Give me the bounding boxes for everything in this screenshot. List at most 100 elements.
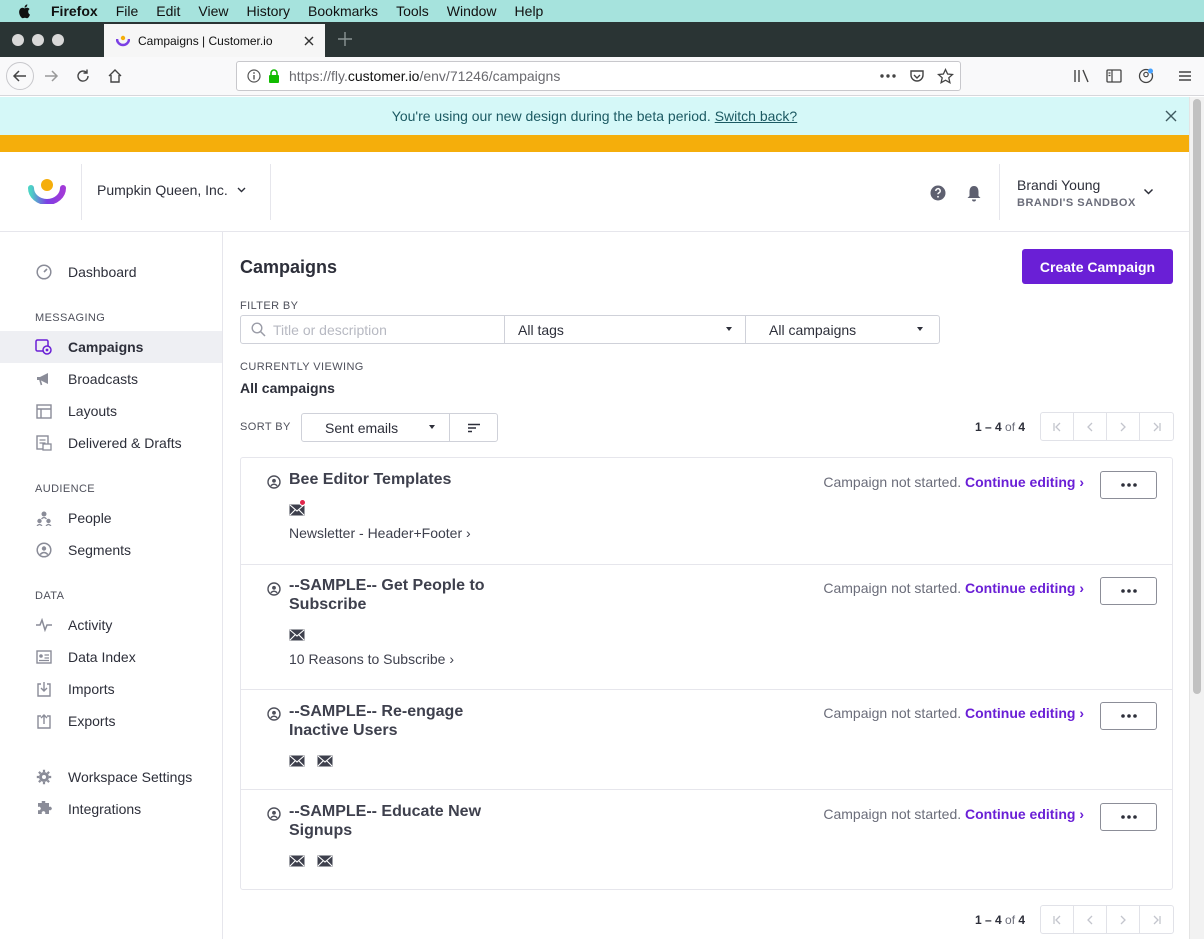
help-icon[interactable]: [930, 185, 946, 201]
sidebar-item-imports[interactable]: Imports: [0, 673, 222, 705]
sidebar-toggle-button[interactable]: [1102, 64, 1126, 88]
switch-back-link[interactable]: Switch back?: [715, 108, 797, 124]
menu-bookmarks[interactable]: Bookmarks: [308, 3, 378, 19]
sort-select[interactable]: Sent emails: [302, 414, 450, 441]
campaign-row[interactable]: --SAMPLE-- Re-engage Inactive Users Camp…: [241, 690, 1172, 790]
reload-button[interactable]: [71, 64, 95, 88]
prev-page-button[interactable]: [1074, 413, 1107, 440]
first-page-button[interactable]: [1041, 413, 1074, 440]
campaign-message-link[interactable]: Newsletter - Header+Footer ›: [289, 525, 471, 541]
sidebar-item-segments[interactable]: Segments: [0, 534, 222, 566]
page-scrollbar[interactable]: [1189, 97, 1204, 939]
user-menu-chevron-icon[interactable]: [1143, 188, 1154, 196]
continue-editing-link[interactable]: Continue editing ›: [965, 705, 1084, 721]
page-actions-icon[interactable]: [879, 73, 897, 79]
campaign-more-button[interactable]: [1100, 471, 1157, 499]
create-campaign-button[interactable]: Create Campaign: [1022, 249, 1173, 284]
campaigns-type-select[interactable]: All campaigns: [746, 316, 939, 343]
continue-editing-link[interactable]: Continue editing ›: [965, 474, 1084, 490]
menu-history[interactable]: History: [246, 3, 290, 19]
menu-view[interactable]: View: [198, 3, 228, 19]
url-bar[interactable]: https://fly. customer.io/env/71246/campai…: [236, 61, 961, 91]
tags-select[interactable]: All tags: [505, 316, 746, 343]
sidebar-item-workspace-settings[interactable]: Workspace Settings: [0, 761, 222, 793]
menu-firefox[interactable]: Firefox: [51, 3, 98, 19]
sidebar-item-exports[interactable]: Exports: [0, 705, 222, 737]
header-divider: [270, 164, 271, 220]
pagination-controls: [1040, 412, 1174, 441]
sidebar-item-people[interactable]: People: [0, 502, 222, 534]
window-minimize-button[interactable]: [32, 34, 44, 46]
campaign-name[interactable]: --SAMPLE-- Educate New Signups: [289, 802, 489, 840]
campaign-row[interactable]: --SAMPLE-- Educate New Signups Campaign …: [241, 790, 1172, 889]
workspace-switcher[interactable]: Pumpkin Queen, Inc.: [97, 182, 246, 198]
back-button[interactable]: [6, 62, 34, 90]
continue-editing-link[interactable]: Continue editing ›: [965, 806, 1084, 822]
email-icon[interactable]: [289, 629, 305, 641]
browser-menu-button[interactable]: [1173, 64, 1197, 88]
new-tab-icon[interactable]: [336, 30, 354, 48]
sidebar-item-dashboard[interactable]: Dashboard: [0, 256, 222, 288]
app-header: Pumpkin Queen, Inc. Brandi Young BRANDI'…: [0, 152, 1189, 232]
campaign-more-button[interactable]: [1100, 803, 1157, 831]
library-button[interactable]: [1070, 64, 1094, 88]
tab-strip: Campaigns | Customer.io: [0, 22, 1204, 57]
tab-close-icon[interactable]: [301, 33, 317, 49]
sidebar-item-data-index[interactable]: Data Index: [0, 641, 222, 673]
menu-edit[interactable]: Edit: [156, 3, 180, 19]
apple-icon[interactable]: [17, 3, 33, 19]
continue-editing-link[interactable]: Continue editing ›: [965, 580, 1084, 596]
banner-close-icon[interactable]: [1163, 108, 1179, 124]
next-page-button[interactable]: [1107, 413, 1140, 440]
bookmark-star-icon[interactable]: [937, 67, 954, 85]
menu-window[interactable]: Window: [447, 3, 497, 19]
sidebar-item-integrations[interactable]: Integrations: [0, 793, 222, 825]
sidebar-item-broadcasts[interactable]: Broadcasts: [0, 363, 222, 395]
segment-trigger-icon: [267, 475, 281, 489]
sidebar-item-activity[interactable]: Activity: [0, 609, 222, 641]
last-page-button[interactable]: [1140, 413, 1173, 440]
browser-tab[interactable]: Campaigns | Customer.io: [104, 24, 325, 57]
menu-help[interactable]: Help: [515, 3, 544, 19]
email-icon[interactable]: [289, 855, 305, 867]
sidebar-item-delivered-drafts[interactable]: Delivered & Drafts: [0, 427, 222, 459]
search-input[interactable]: [273, 321, 493, 338]
customerio-logo-icon[interactable]: [28, 178, 66, 204]
user-workspace[interactable]: BRANDI'S SANDBOX: [1017, 197, 1136, 209]
menu-tools[interactable]: Tools: [396, 3, 429, 19]
campaign-name[interactable]: --SAMPLE-- Get People to Subscribe: [289, 576, 489, 614]
campaign-message-link[interactable]: 10 Reasons to Subscribe ›: [289, 651, 454, 667]
sort-lines-icon: [467, 423, 480, 432]
menu-file[interactable]: File: [116, 3, 139, 19]
scrollbar-thumb[interactable]: [1193, 99, 1201, 694]
campaign-row[interactable]: Bee Editor Templates Campaign not starte…: [241, 458, 1172, 565]
puzzle-icon: [35, 801, 52, 817]
campaign-more-button[interactable]: [1100, 702, 1157, 730]
sidebar-item-layouts[interactable]: Layouts: [0, 395, 222, 427]
last-page-button[interactable]: [1140, 906, 1173, 933]
next-page-button[interactable]: [1107, 906, 1140, 933]
bell-icon[interactable]: [966, 185, 982, 202]
window-zoom-button[interactable]: [52, 34, 64, 46]
prev-page-button[interactable]: [1074, 906, 1107, 933]
window-close-button[interactable]: [12, 34, 24, 46]
campaign-name[interactable]: Bee Editor Templates: [289, 470, 489, 489]
reload-icon: [77, 69, 89, 82]
home-button[interactable]: [103, 64, 127, 88]
sort-direction-button[interactable]: [450, 414, 497, 441]
email-icon[interactable]: [317, 755, 333, 767]
email-icon[interactable]: [317, 855, 333, 867]
pocket-icon[interactable]: [909, 68, 925, 84]
sidebar-item-label: Data Index: [68, 649, 136, 665]
account-button[interactable]: [1134, 64, 1158, 88]
info-icon[interactable]: [247, 69, 261, 83]
forward-button[interactable]: [39, 64, 63, 88]
sidebar-item-campaigns[interactable]: Campaigns: [0, 331, 222, 363]
first-page-button[interactable]: [1041, 906, 1074, 933]
campaign-status-text: Campaign not started.: [823, 705, 962, 721]
campaign-more-button[interactable]: [1100, 577, 1157, 605]
campaign-row[interactable]: --SAMPLE-- Get People to Subscribe Campa…: [241, 565, 1172, 690]
campaign-name[interactable]: --SAMPLE-- Re-engage Inactive Users: [289, 702, 489, 740]
email-icon[interactable]: [289, 755, 305, 767]
user-name[interactable]: Brandi Young: [1017, 177, 1100, 193]
